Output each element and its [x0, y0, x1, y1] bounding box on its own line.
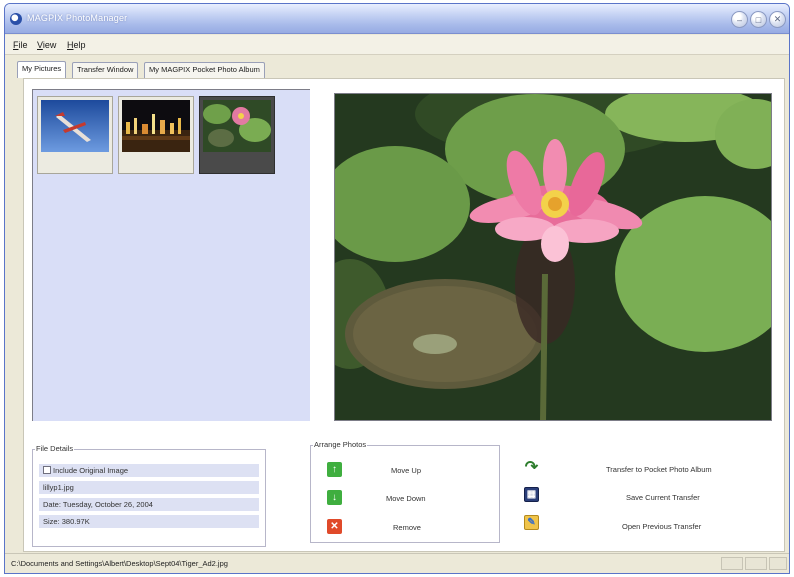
- transfer-to-album-button[interactable]: Transfer to Pocket Photo Album: [606, 465, 712, 474]
- move-up-button[interactable]: Move Up: [391, 466, 421, 475]
- app-icon[interactable]: [10, 13, 22, 25]
- include-original-checkbox[interactable]: [43, 466, 51, 474]
- include-original-row[interactable]: Include Original Image: [39, 464, 259, 477]
- menu-file[interactable]: File: [13, 40, 28, 50]
- close-button[interactable]: ✕: [769, 11, 786, 28]
- tab-pocket-photo-album[interactable]: My MAGPIX Pocket Photo Album: [144, 62, 265, 78]
- transfer-arrow-icon[interactable]: ↷: [524, 459, 539, 476]
- include-original-label: Include Original Image: [53, 466, 129, 475]
- open-folder-icon[interactable]: ✎: [524, 515, 539, 530]
- maximize-button[interactable]: □: [750, 11, 767, 28]
- status-bar: C:\Documents and Settings\Albert\Desktop…: [5, 553, 789, 573]
- window-title: MAGPIX PhotoManager: [27, 13, 128, 23]
- thumbnail-image: [41, 100, 109, 152]
- thumbnail-water-lily[interactable]: [199, 96, 275, 174]
- file-details-group: File Details Include Original Image lill…: [32, 444, 266, 547]
- move-down-button[interactable]: Move Down: [386, 494, 426, 503]
- app-window: MAGPIX PhotoManager – □ ✕ File View Help…: [4, 3, 790, 574]
- status-path: C:\Documents and Settings\Albert\Desktop…: [11, 559, 228, 568]
- menu-help[interactable]: Help: [67, 40, 86, 50]
- tab-panel: File Details Include Original Image lill…: [23, 78, 785, 552]
- tab-my-pictures[interactable]: My Pictures: [17, 61, 67, 78]
- menu-bar: File View Help: [5, 35, 789, 55]
- save-current-transfer-button[interactable]: Save Current Transfer: [626, 493, 700, 502]
- status-cell: [745, 557, 767, 570]
- file-size: Size: 380.97K: [39, 515, 259, 528]
- thumbnail-pane[interactable]: [32, 89, 310, 421]
- size-grip[interactable]: [769, 557, 787, 570]
- file-name: lillyp1.jpg: [39, 481, 259, 494]
- remove-icon[interactable]: ✕: [327, 519, 342, 534]
- menu-view[interactable]: View: [37, 40, 56, 50]
- status-cell: [721, 557, 743, 570]
- thumbnail-image: [122, 100, 190, 152]
- arrange-photos-group: Arrange Photos ↑ Move Up ↓ Move Down ✕ R…: [310, 440, 500, 543]
- photo-preview[interactable]: [334, 93, 772, 421]
- thumbnail-image: [203, 100, 271, 152]
- open-previous-transfer-button[interactable]: Open Previous Transfer: [622, 522, 701, 531]
- arrange-photos-title: Arrange Photos: [313, 440, 368, 449]
- minimize-button[interactable]: –: [731, 11, 748, 28]
- move-up-icon[interactable]: ↑: [327, 462, 342, 477]
- file-details-title: File Details: [35, 444, 75, 453]
- title-bar[interactable]: MAGPIX PhotoManager – □ ✕: [5, 4, 789, 34]
- thumbnail-city-lights[interactable]: [118, 96, 194, 174]
- remove-button[interactable]: Remove: [393, 523, 421, 532]
- tab-transfer-window[interactable]: Transfer Window: [72, 62, 139, 78]
- thumbnail-airplane[interactable]: [37, 96, 113, 174]
- move-down-icon[interactable]: ↓: [327, 490, 342, 505]
- file-date: Date: Tuesday, October 26, 2004: [39, 498, 259, 511]
- save-disk-icon[interactable]: ▦: [524, 487, 539, 502]
